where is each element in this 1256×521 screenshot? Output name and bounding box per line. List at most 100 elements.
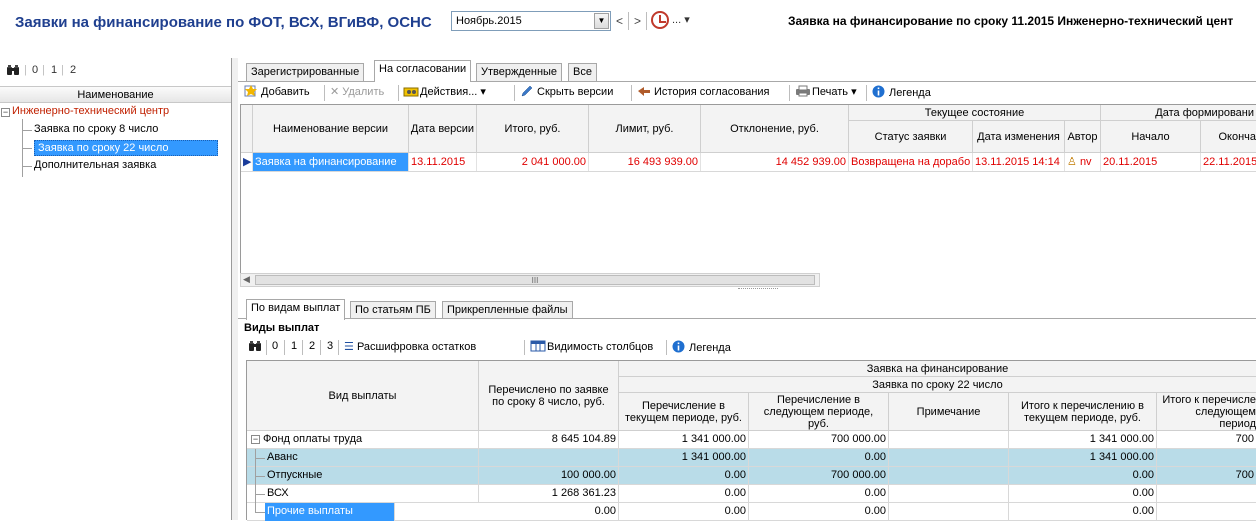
cell-current[interactable]: 0.00 (619, 485, 749, 503)
tab-attached-files[interactable]: Прикрепленные файлы (442, 301, 573, 319)
cell-next[interactable]: 0.00 (749, 449, 889, 467)
table-row[interactable]: Аванс 1 341 000.00 0.00 1 341 000.00 (247, 449, 1256, 467)
cell-transferred-8[interactable]: 0.00 (479, 503, 619, 521)
header-end[interactable]: Оконча (1201, 121, 1256, 153)
cell-next[interactable]: 700 000.00 (749, 467, 889, 485)
decode-button[interactable]: ☰ Расшифровка остатков (344, 340, 476, 353)
cell-version-name[interactable]: Заявка на финансирование (253, 153, 409, 171)
header-version-date[interactable]: Дата версии (409, 105, 477, 153)
cell-total-current[interactable]: 0.00 (1009, 485, 1157, 503)
binoculars-icon[interactable] (248, 340, 262, 355)
header-limit[interactable]: Лимит, руб. (589, 105, 701, 153)
cell-next[interactable]: 0.00 (749, 485, 889, 503)
cell-total-current[interactable]: 0.00 (1009, 467, 1157, 485)
table-row[interactable]: − Фонд оплаты труда 8 645 104.89 1 341 0… (247, 431, 1256, 449)
cell-payment-name[interactable]: ВСХ (267, 485, 479, 503)
horizontal-scrollbar[interactable]: ◀ III (240, 273, 820, 287)
cell-version-date[interactable]: 13.11.2015 (409, 153, 477, 171)
cell-total-next[interactable] (1157, 503, 1256, 521)
cell-current[interactable]: 0.00 (619, 467, 749, 485)
next-period-button[interactable]: > (634, 14, 641, 28)
history-button[interactable]: История согласования (637, 85, 770, 98)
cell-changed[interactable]: 13.11.2015 14:14 (973, 153, 1065, 171)
collapse-icon[interactable]: − (1, 108, 10, 117)
cell-note[interactable] (889, 485, 1009, 503)
scroll-left-icon[interactable]: ◀ (243, 274, 250, 285)
cell-transferred-8[interactable]: 8 645 104.89 (479, 431, 619, 449)
header-status[interactable]: Статус заявки (849, 121, 973, 153)
header-changed[interactable]: Дата изменения (973, 121, 1065, 153)
cell-start[interactable]: 20.11.2015 (1101, 153, 1201, 171)
level-0-button[interactable]: 0 (272, 340, 278, 352)
cell-next[interactable]: 700 000.00 (749, 431, 889, 449)
header-transferred-8[interactable]: Перечислено по заявке по сроку 8 число, … (479, 361, 619, 431)
collapse-icon[interactable]: − (251, 435, 260, 444)
table-row[interactable]: Прочие выплаты 0.00 0.00 0.00 0.00 (247, 503, 1256, 521)
cell-total[interactable]: 2 041 000.00 (477, 153, 589, 171)
header-next-period[interactable]: Перечисление в следующем периоде, руб. (749, 393, 889, 431)
level-2-button[interactable]: 2 (70, 64, 76, 76)
header-note[interactable]: Примечание (889, 393, 1009, 431)
clock-icon[interactable] (651, 11, 669, 29)
cell-current[interactable]: 0.00 (619, 503, 749, 521)
cell-total-current[interactable]: 1 341 000.00 (1009, 431, 1157, 449)
vertical-splitter[interactable] (232, 58, 238, 520)
header-total-current[interactable]: Итого к перечислению в текущем периоде, … (1009, 393, 1157, 431)
scroll-thumb[interactable]: III (255, 275, 815, 285)
cell-next[interactable]: 0.00 (749, 503, 889, 521)
tree-item-22-selected[interactable]: Заявка по сроку 22 число (34, 140, 218, 156)
header-start[interactable]: Начало (1101, 121, 1201, 153)
tree-item-8[interactable]: Заявка по сроку 8 число (34, 122, 158, 138)
cell-payment-name-selected[interactable]: Прочие выплаты (265, 503, 395, 521)
header-version-name[interactable]: Наименование версии (253, 105, 409, 153)
tab-payment-types[interactable]: По видам выплат (246, 299, 346, 320)
binoculars-icon[interactable] (6, 64, 20, 79)
cell-end[interactable]: 22.11.2015 (1201, 153, 1256, 171)
cell-total-current[interactable]: 1 341 000.00 (1009, 449, 1157, 467)
cell-transferred-8[interactable]: 100 000.00 (479, 467, 619, 485)
cell-note[interactable] (889, 449, 1009, 467)
cell-note[interactable] (889, 503, 1009, 521)
cell-total-next[interactable] (1157, 449, 1256, 467)
header-payment-type[interactable]: Вид выплаты (247, 361, 479, 431)
hide-versions-button[interactable]: Скрыть версии (520, 85, 613, 98)
cell-note[interactable] (889, 431, 1009, 449)
table-row[interactable]: ВСХ 1 268 361.23 0.00 0.00 0.00 (247, 485, 1256, 503)
cell-payment-name[interactable]: Аванс (267, 449, 479, 467)
cell-current[interactable]: 1 341 000.00 (619, 449, 749, 467)
cell-payment-name[interactable]: Фонд оплаты труда (263, 431, 479, 449)
actions-button[interactable]: Действия... ▾ (403, 85, 486, 98)
horizontal-splitter[interactable] (738, 288, 778, 291)
legend-button[interactable]: Легенда (672, 340, 731, 354)
cell-note[interactable] (889, 467, 1009, 485)
tree-item-additional[interactable]: Дополнительная заявка (34, 158, 156, 174)
tab-pb-articles[interactable]: По статьям ПБ (350, 301, 436, 319)
cell-total-next[interactable]: 700 (1157, 467, 1256, 485)
tab-approved[interactable]: Утвержденные (476, 63, 563, 81)
cell-total-current[interactable]: 0.00 (1009, 503, 1157, 521)
column-header-name[interactable]: Наименование (0, 86, 231, 103)
header-total[interactable]: Итого, руб. (477, 105, 589, 153)
header-total-next[interactable]: Итого к перечисле следующем период (1157, 393, 1256, 431)
cell-limit[interactable]: 16 493 939.00 (589, 153, 701, 171)
table-row[interactable]: Отпускные 100 000.00 0.00 700 000.00 0.0… (247, 467, 1256, 485)
legend-button[interactable]: Легенда (872, 85, 931, 99)
add-button[interactable]: Добавить (244, 85, 310, 98)
tab-registered[interactable]: Зарегистрированные (246, 63, 365, 81)
header-deviation[interactable]: Отклонение, руб. (701, 105, 849, 153)
level-1-button[interactable]: 1 (291, 340, 297, 352)
cell-transferred-8[interactable]: 1 268 361.23 (479, 485, 619, 503)
level-2-button[interactable]: 2 (309, 340, 315, 352)
header-author[interactable]: Автор (1065, 121, 1101, 153)
print-button[interactable]: Печать ▾ (795, 85, 857, 98)
clock-menu-button[interactable]: ... ▾ (672, 13, 690, 26)
cell-payment-name[interactable]: Отпускные (267, 467, 479, 485)
tree-item-root[interactable]: Инженерно-технический центр (12, 104, 169, 120)
cell-current[interactable]: 1 341 000.00 (619, 431, 749, 449)
tab-all[interactable]: Все (568, 63, 597, 81)
cell-author[interactable]: ♙ nv (1065, 153, 1101, 171)
period-combo[interactable]: Ноябрь.2015 ▼ (451, 11, 611, 31)
delete-button[interactable]: ✕ Удалить (330, 85, 384, 98)
chevron-down-icon[interactable]: ▼ (594, 13, 609, 29)
cell-deviation[interactable]: 14 452 939.00 (701, 153, 849, 171)
